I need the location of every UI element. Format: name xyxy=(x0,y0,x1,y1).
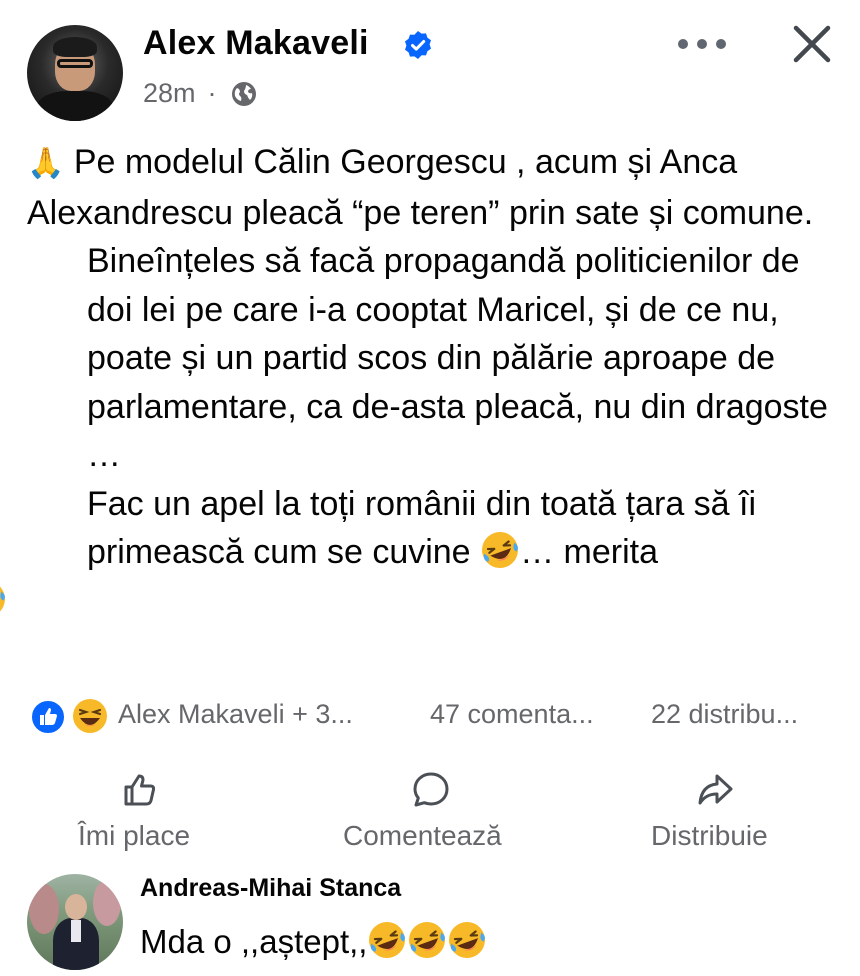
more-options-button[interactable] xyxy=(678,30,726,58)
haha-reaction-icon xyxy=(71,697,109,735)
share-label: Distribuie xyxy=(651,820,768,851)
close-icon[interactable] xyxy=(790,22,834,66)
post-paragraph-2: Bineînțeles să facă propagandă politicie… xyxy=(87,242,828,474)
post-time[interactable]: 28m xyxy=(143,78,196,109)
post-header: Alex Makaveli 28m · xyxy=(0,0,860,130)
laughing-emoji-icon xyxy=(0,579,7,619)
post-paragraph-1: 🙏 Pe modelul Călin Georgescu , acum și A… xyxy=(27,138,837,237)
post-paragraph-3-end: … merita xyxy=(520,533,658,571)
commenter-name[interactable]: Andreas-Mihai Stanca xyxy=(140,874,401,903)
comment-text-body: Mda o ,,aștept,, xyxy=(140,923,368,960)
commenter-avatar[interactable] xyxy=(27,874,123,970)
thumbs-up-icon xyxy=(124,774,156,806)
like-reaction-icon xyxy=(30,699,66,735)
globe-icon xyxy=(231,81,256,106)
laughing-emoji-icon xyxy=(447,920,487,960)
share-button[interactable]: Distribuie xyxy=(651,762,831,862)
laughing-emoji-icon xyxy=(407,920,447,960)
reactions-names[interactable]: Alex Makaveli + 3... xyxy=(118,699,353,730)
author-avatar[interactable] xyxy=(27,25,123,121)
post-paragraph-3: Fac un apel la toți românii din toată ța… xyxy=(27,480,837,577)
reactions-summary[interactable] xyxy=(30,696,110,736)
more-dot-icon xyxy=(678,39,688,49)
comment-bubble-icon xyxy=(413,772,449,807)
folded-hands-emoji: 🙏 xyxy=(27,147,65,180)
post-paragraph-1-text: Pe modelul Călin Georgescu , acum și Anc… xyxy=(27,143,814,232)
comment-button[interactable]: Comentează xyxy=(343,762,543,862)
post-paragraph-4 xyxy=(0,577,837,626)
author-name[interactable]: Alex Makaveli xyxy=(143,24,369,63)
comment-text: Mda o ,,aștept,, xyxy=(140,920,487,961)
comment-label: Comentează xyxy=(343,820,502,851)
comment-item: Andreas-Mihai Stanca Mda o ,,aștept,, xyxy=(0,870,860,976)
meta-separator: · xyxy=(207,78,217,108)
more-dot-icon xyxy=(716,39,726,49)
shares-count[interactable]: 22 distribu... xyxy=(651,699,798,730)
post-text: 🙏 Pe modelul Călin Georgescu , acum și A… xyxy=(27,138,837,625)
like-label: Îmi place xyxy=(78,820,191,851)
more-dot-icon xyxy=(697,39,707,49)
laughing-emoji-icon xyxy=(480,530,520,570)
post-actions: Îmi place Comentează Distribuie xyxy=(0,762,860,862)
post-meta: 28m · xyxy=(143,78,257,109)
comments-count[interactable]: 47 comenta... xyxy=(430,699,594,730)
verified-badge-icon xyxy=(405,31,431,59)
post-stats: Alex Makaveli + 3... 47 comenta... 22 di… xyxy=(30,693,830,737)
laughing-emoji-icon xyxy=(367,920,407,960)
share-arrow-icon xyxy=(698,774,733,805)
like-button[interactable]: Îmi place xyxy=(78,762,238,862)
